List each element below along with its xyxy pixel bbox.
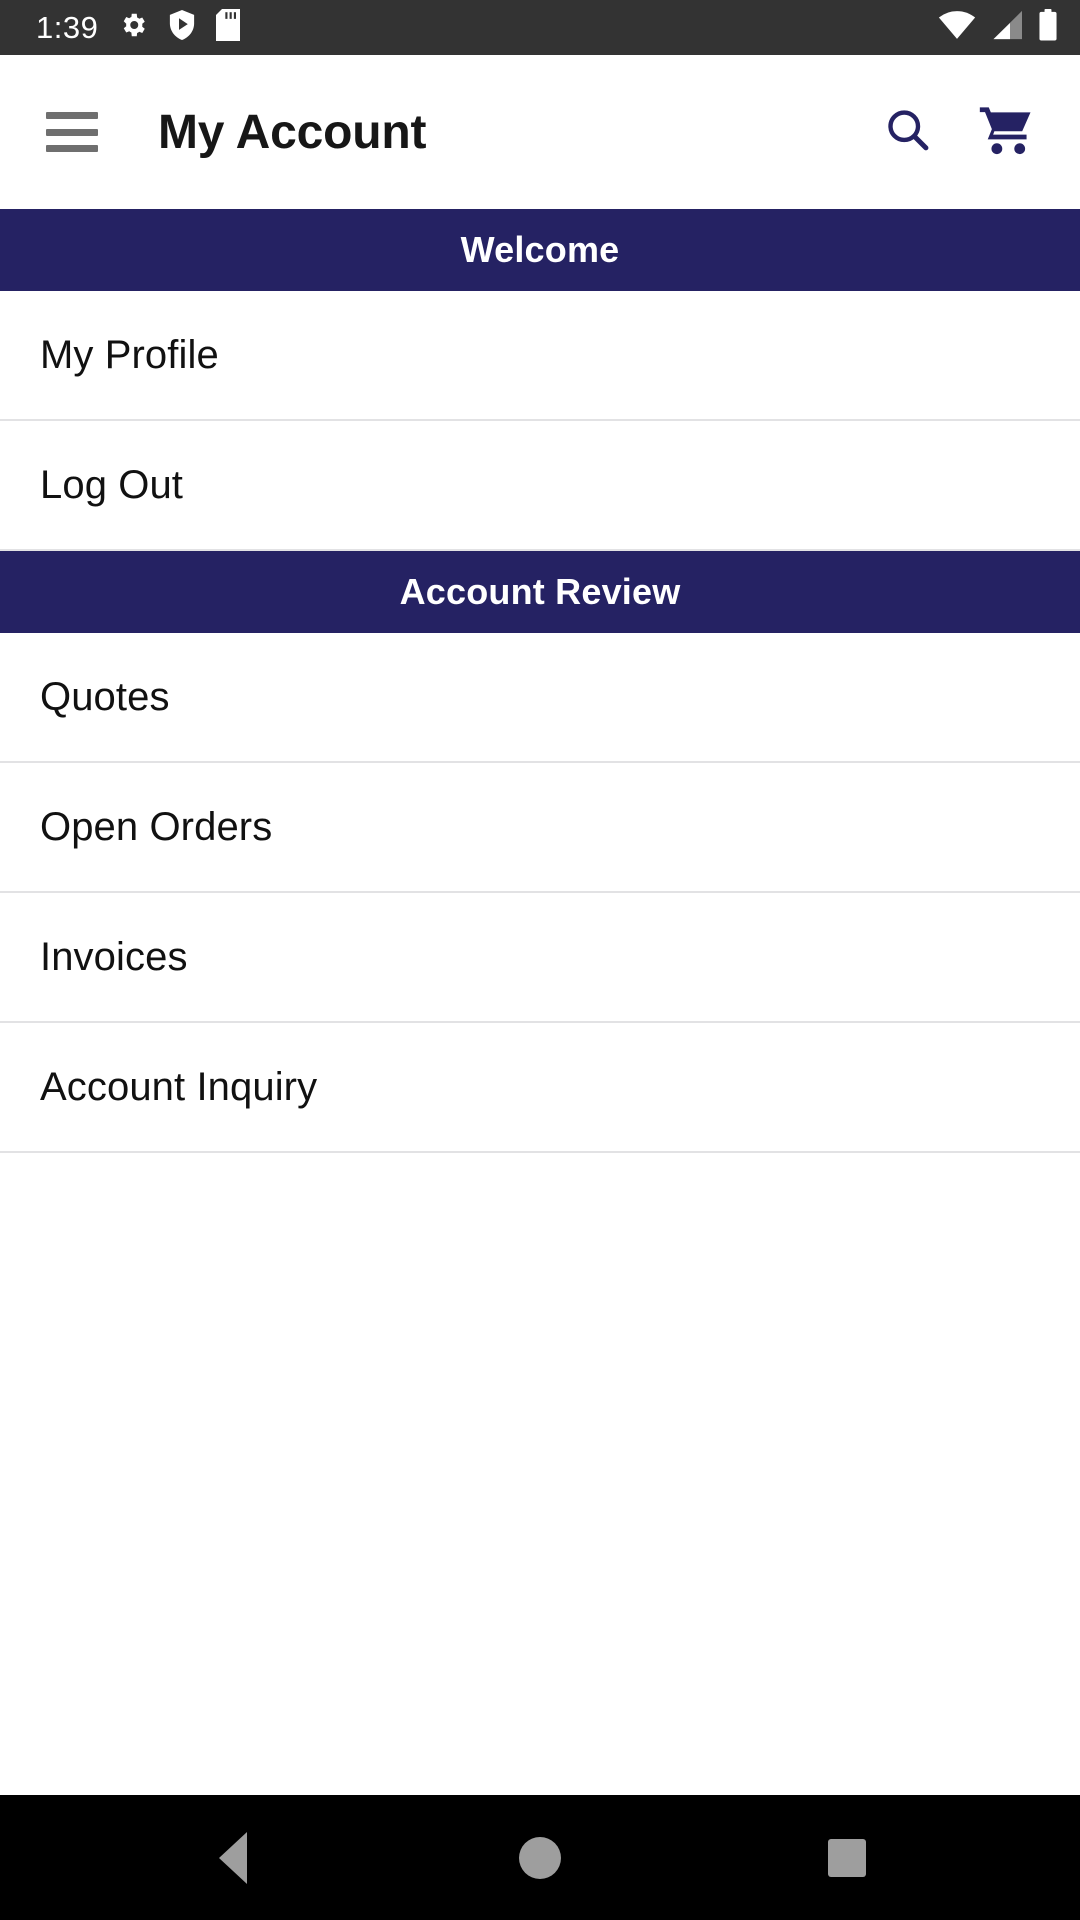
nav-recents-button[interactable] [787, 1795, 907, 1920]
status-bar-right [938, 9, 1058, 46]
wifi-icon [938, 10, 976, 45]
section-header-account-review: Account Review [0, 551, 1080, 633]
list-item-label: Account Inquiry [40, 1064, 318, 1109]
phone-screen: 1:39 My Account Welcome My Profile Log O… [0, 0, 1080, 1920]
list-item-label: Quotes [40, 674, 170, 719]
list-item-label: Invoices [40, 934, 188, 979]
search-button[interactable] [880, 104, 936, 160]
nav-home-button[interactable] [480, 1795, 600, 1920]
list-account-review: Quotes Open Orders Invoices Account Inqu… [0, 633, 1080, 1153]
content-empty-area [0, 1153, 1080, 1795]
recents-square-icon [827, 1838, 866, 1877]
hamburger-line-3 [46, 145, 98, 152]
status-bar-left: 1:39 [36, 9, 241, 46]
gear-icon [118, 10, 148, 45]
hamburger-line-1 [46, 112, 98, 119]
list-item-label: My Profile [40, 332, 219, 377]
list-item-open-orders[interactable]: Open Orders [0, 763, 1080, 893]
status-bar: 1:39 [0, 0, 1080, 55]
search-icon [883, 105, 933, 160]
app-bar-actions [880, 104, 1052, 160]
home-circle-icon [518, 1836, 561, 1879]
list-item-account-inquiry[interactable]: Account Inquiry [0, 1023, 1080, 1153]
back-triangle-icon [219, 1831, 248, 1884]
list-item-invoices[interactable]: Invoices [0, 893, 1080, 1023]
status-clock: 1:39 [36, 10, 99, 45]
list-item-my-profile[interactable]: My Profile [0, 291, 1080, 421]
page-title: My Account [158, 105, 427, 159]
hamburger-line-2 [46, 128, 98, 136]
system-navigation-bar [0, 1795, 1080, 1920]
section-header-welcome: Welcome [0, 209, 1080, 291]
cellular-signal-icon [990, 10, 1024, 45]
cart-button[interactable] [978, 104, 1034, 160]
app-bar: My Account [0, 55, 1080, 209]
list-item-quotes[interactable]: Quotes [0, 633, 1080, 763]
shield-play-icon [168, 10, 196, 45]
list-item-log-out[interactable]: Log Out [0, 421, 1080, 551]
list-welcome: My Profile Log Out [0, 291, 1080, 551]
shopping-cart-icon [979, 105, 1033, 160]
list-item-label: Open Orders [40, 804, 273, 849]
hamburger-menu-icon[interactable] [46, 112, 98, 152]
sd-card-icon [216, 9, 241, 46]
list-item-label: Log Out [40, 462, 184, 507]
nav-back-button[interactable] [173, 1795, 293, 1920]
battery-icon [1038, 9, 1058, 46]
